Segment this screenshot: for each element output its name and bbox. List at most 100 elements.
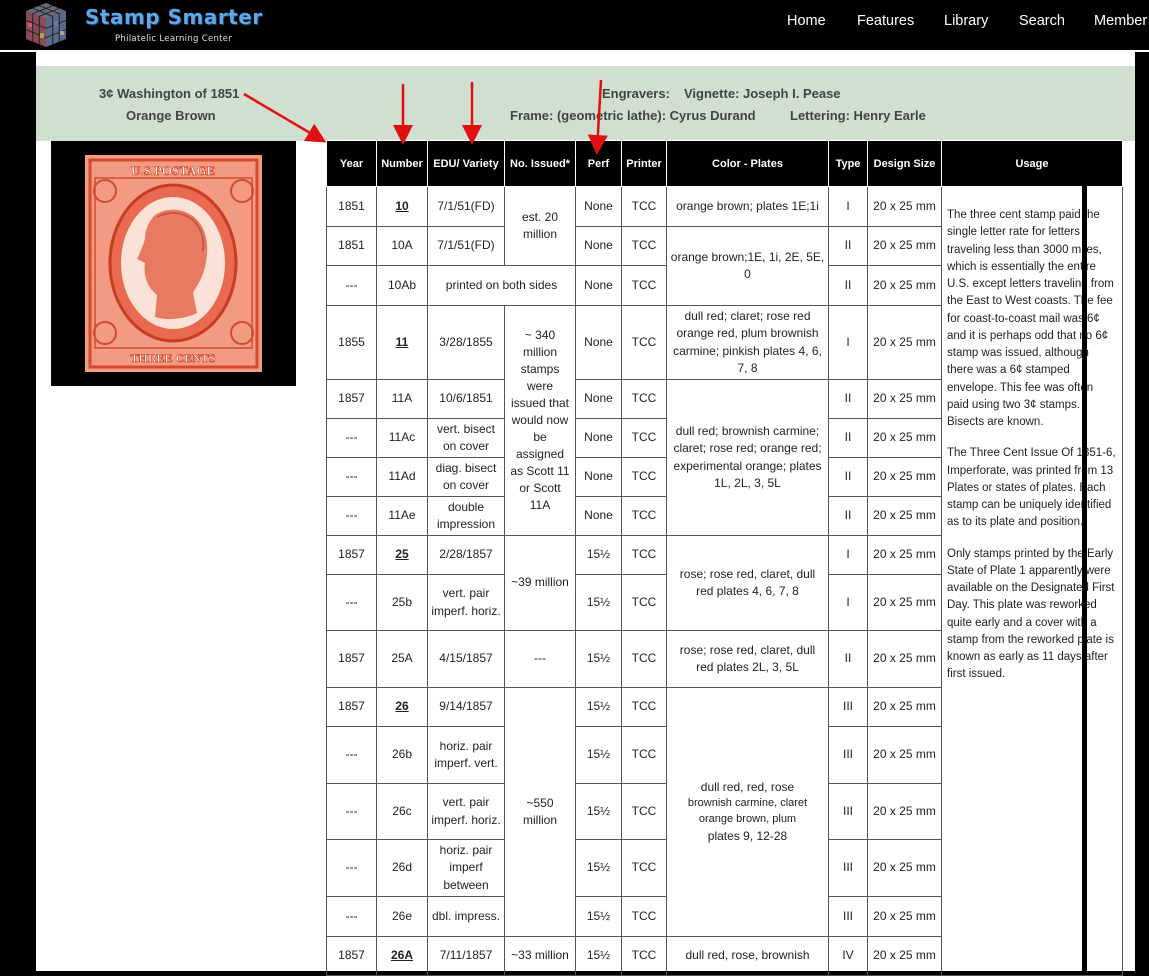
- cell-type: II: [828, 630, 868, 688]
- nav-features-link[interactable]: Features: [857, 13, 914, 29]
- cell-issued: ~33 million: [504, 936, 576, 976]
- cell-issued: ---: [504, 630, 576, 688]
- cell-design-size: 20 x 25 mm: [867, 896, 942, 937]
- cell-edu: 10/6/1851: [427, 379, 505, 419]
- cell-type: III: [828, 896, 868, 937]
- cell-perf: None: [575, 305, 622, 380]
- usage-paragraph: The Three Cent Issue Of 1851-6, Imperfor…: [947, 447, 1116, 529]
- cell-number: 11: [376, 305, 428, 380]
- cell-number: 26d: [376, 839, 428, 897]
- cell-design-size: 20 x 25 mm: [867, 418, 942, 458]
- stamp-number-link[interactable]: 11: [396, 335, 409, 349]
- stamp-catalog-table: Year Number EDU/ Variety No. Issued* Per…: [326, 140, 1123, 976]
- cell-year: ---: [326, 839, 377, 897]
- cell-type: III: [828, 687, 868, 727]
- cell-year: 1857: [326, 535, 377, 575]
- cell-perf: None: [575, 457, 622, 497]
- cell-perf: 15½: [575, 839, 622, 897]
- cell-year: ---: [326, 574, 377, 631]
- cell-perf: None: [575, 186, 622, 227]
- nav-library-link[interactable]: Library: [944, 13, 988, 29]
- col-header-year: Year: [326, 140, 377, 187]
- cell-year: 1857: [326, 630, 377, 688]
- cell-color-plates: rose; rose red, claret, dull red plates …: [666, 535, 829, 631]
- col-header-usage: Usage: [941, 140, 1123, 187]
- engraver-frame: Frame: (geometric lathe): Cyrus Durand: [510, 108, 756, 123]
- stamp-number-link[interactable]: 25: [395, 547, 408, 561]
- table-right-shadow: [1082, 145, 1087, 971]
- stamp-info-banner: 3¢ Washington of 1851 Orange Brown Engra…: [36, 66, 1135, 141]
- cell-design-size: 20 x 25 mm: [867, 457, 942, 497]
- cell-printer: TCC: [621, 726, 667, 784]
- cell-printer: TCC: [621, 783, 667, 840]
- cell-design-size: 20 x 25 mm: [867, 726, 942, 784]
- col-header-type: Type: [828, 140, 868, 187]
- cell-number: 26: [376, 687, 428, 727]
- cell-design-size: 20 x 25 mm: [867, 226, 942, 266]
- cell-type: I: [828, 574, 868, 631]
- table-row: 1851 10 7/1/51(FD) est. 20 million None …: [326, 186, 1123, 976]
- cell-edu: 3/28/1855: [427, 305, 505, 380]
- cell-design-size: 20 x 25 mm: [867, 687, 942, 727]
- cell-edu: dbl. impress.: [427, 896, 505, 937]
- col-header-perf: Perf: [575, 140, 622, 187]
- cell-year: 1857: [326, 936, 377, 976]
- cell-printer: TCC: [621, 496, 667, 536]
- cell-design-size: 20 x 25 mm: [867, 535, 942, 575]
- cell-perf: None: [575, 226, 622, 266]
- stamp-number-link[interactable]: 26A: [391, 948, 413, 962]
- cell-perf: 15½: [575, 936, 622, 976]
- nav-member-link[interactable]: Member: [1094, 13, 1147, 29]
- cell-edu: vert. pair imperf. horiz.: [427, 574, 505, 631]
- col-header-color-plates: Color - Plates: [666, 140, 829, 187]
- top-nav: Stamp Smarter Philatelic Learning Center…: [0, 0, 1149, 52]
- cell-color-plates: dull red; claret; rose red orange red, p…: [666, 305, 829, 380]
- stamp-color: Orange Brown: [126, 108, 216, 123]
- col-header-no-issued: No. Issued*: [504, 140, 576, 187]
- cell-type: I: [828, 535, 868, 575]
- stamp-catalog-table-wrap: Year Number EDU/ Variety No. Issued* Per…: [326, 140, 1123, 976]
- cell-printer: TCC: [621, 535, 667, 575]
- color-line: orange brown, plum: [698, 813, 797, 825]
- stamp-title: 3¢ Washington of 1851: [99, 86, 240, 101]
- cell-issued: est. 20 million: [504, 186, 576, 266]
- cell-type: I: [828, 305, 868, 380]
- nav-home-link[interactable]: Home: [787, 13, 826, 29]
- cell-printer: TCC: [621, 687, 667, 727]
- main-content: 3¢ Washington of 1851 Orange Brown Engra…: [36, 52, 1135, 976]
- cell-issued: ~39 million: [504, 535, 576, 631]
- cell-edu: horiz. pair imperf between: [427, 839, 505, 897]
- cell-printer: TCC: [621, 839, 667, 897]
- cell-number: 25A: [376, 630, 428, 688]
- cell-year: ---: [326, 265, 377, 306]
- cell-color-plates: dull red, rose, brownish: [666, 936, 829, 976]
- table-header-row: Year Number EDU/ Variety No. Issued* Per…: [326, 140, 1123, 187]
- cell-design-size: 20 x 25 mm: [867, 574, 942, 631]
- washington-stamp-image: U.S.POSTAGE THREE CENTS: [85, 155, 262, 372]
- color-line: plates 9, 12-28: [707, 828, 788, 843]
- cell-design-size: 20 x 25 mm: [867, 839, 942, 897]
- cell-number: 25: [376, 535, 428, 575]
- cell-perf: None: [575, 496, 622, 536]
- cell-edu: printed on both sides: [427, 265, 576, 306]
- nav-search-link[interactable]: Search: [1019, 13, 1065, 29]
- cell-number: 10Ab: [376, 265, 428, 306]
- cell-year: 1857: [326, 687, 377, 727]
- cell-number: 11Ae: [376, 496, 428, 536]
- cell-printer: TCC: [621, 305, 667, 380]
- cell-type: II: [828, 457, 868, 497]
- cell-number: 10: [376, 186, 428, 227]
- stamp-number-link[interactable]: 10: [395, 199, 408, 213]
- cell-design-size: 20 x 25 mm: [867, 496, 942, 536]
- cell-printer: TCC: [621, 418, 667, 458]
- cell-year: ---: [326, 457, 377, 497]
- cell-edu: diag. bisect on cover: [427, 457, 505, 497]
- cell-design-size: 20 x 25 mm: [867, 936, 942, 976]
- stamp-number-link[interactable]: 26: [395, 699, 408, 713]
- cell-printer: TCC: [621, 574, 667, 631]
- cell-color-plates: orange brown; plates 1E;1i: [666, 186, 829, 227]
- cell-type: IV: [828, 936, 868, 976]
- cell-type: III: [828, 783, 868, 840]
- cell-perf: 15½: [575, 630, 622, 688]
- cell-year: ---: [326, 496, 377, 536]
